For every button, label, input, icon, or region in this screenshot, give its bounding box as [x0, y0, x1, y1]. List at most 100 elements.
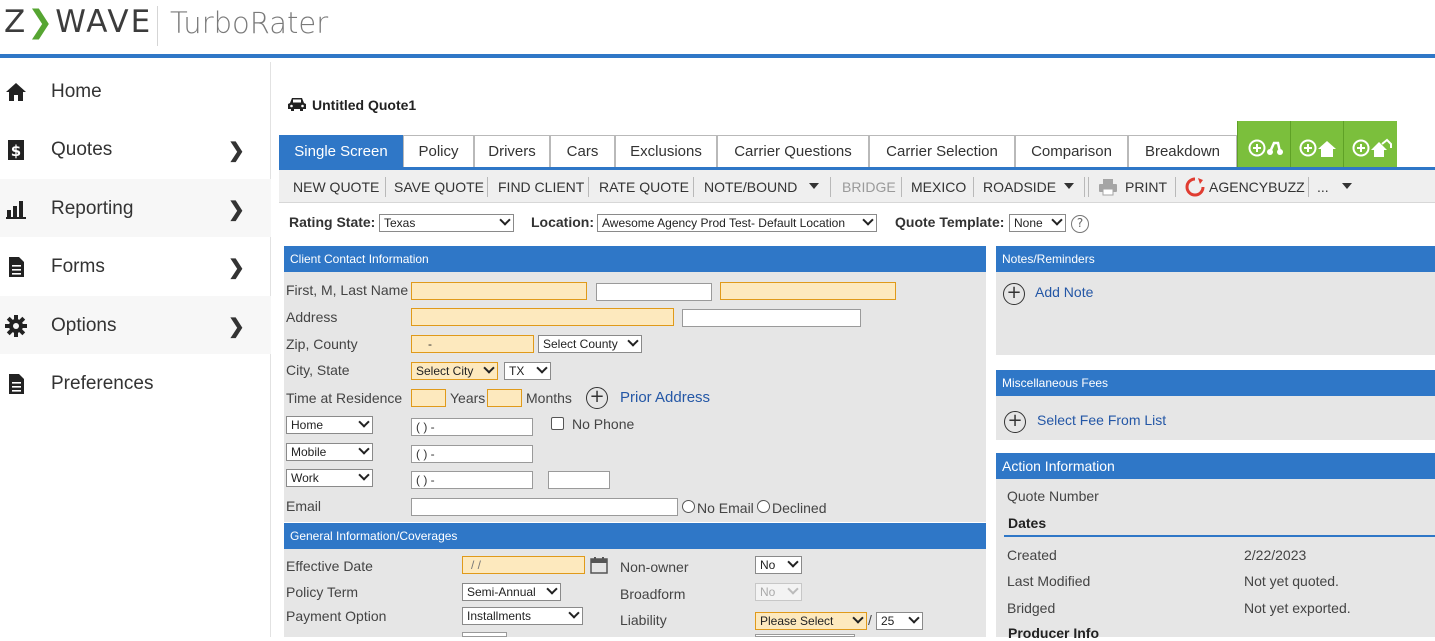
chevron-right-icon: ❯	[228, 199, 245, 221]
years-label: Years	[450, 390, 486, 406]
state-select[interactable]: TX	[504, 362, 551, 380]
note-bound-dropdown-icon[interactable]	[809, 183, 819, 189]
broadform-select: No	[755, 583, 802, 601]
chevron-down-icon	[358, 444, 370, 455]
broadform-value: No	[760, 585, 776, 599]
first-name-field[interactable]	[411, 282, 587, 300]
non-owner-select[interactable]: No	[755, 556, 802, 574]
phone-type-select-mobile[interactable]: Mobile	[286, 443, 373, 461]
home-phone-field[interactable]: ( ) -	[411, 418, 533, 436]
logo-divider	[157, 6, 158, 46]
time-at-residence-label: Time at Residence	[286, 390, 403, 406]
sidebar-item-quotes[interactable]: $ Quotes ❯	[0, 120, 271, 178]
find-client-button[interactable]: FIND CLIENT	[498, 179, 584, 195]
email-field[interactable]	[411, 498, 678, 516]
no-email-radio[interactable]	[682, 500, 695, 513]
app-header: Z❯WAVE TurboRater	[0, 0, 1435, 58]
sidebar-item-reporting[interactable]: Reporting ❯	[0, 179, 271, 237]
chevron-down-icon	[499, 215, 511, 226]
rate-quote-button[interactable]: RATE QUOTE	[599, 179, 689, 195]
sidebar-item-home[interactable]: Home	[0, 62, 271, 120]
tab-exclusions[interactable]: Exclusions	[615, 135, 717, 168]
prior-address-link[interactable]: Prior Address	[620, 389, 710, 406]
add-fee-icon[interactable]: +	[1004, 411, 1026, 433]
toolbar-divider	[901, 177, 902, 197]
liability-limit-select[interactable]: 25	[876, 612, 923, 630]
mobile-phone-field[interactable]: ( ) -	[411, 445, 533, 463]
sidebar-item-forms[interactable]: Forms ❯	[0, 237, 271, 295]
chevron-down-icon	[787, 557, 799, 568]
new-quote-button[interactable]: NEW QUOTE	[293, 179, 379, 195]
residence-years-field[interactable]	[411, 389, 446, 407]
effective-date-field[interactable]: / /	[462, 556, 585, 574]
payment-option-select[interactable]: Installments	[462, 607, 583, 625]
print-button[interactable]: PRINT	[1125, 179, 1167, 195]
sidebar-item-label: Preferences	[51, 373, 154, 394]
phone-type-select-home[interactable]: Home	[286, 416, 373, 434]
tab-comparison[interactable]: Comparison	[1015, 135, 1128, 168]
partial-field[interactable]	[462, 632, 507, 637]
add-note-link[interactable]: Add Note	[1035, 284, 1093, 300]
more-dropdown-icon[interactable]	[1342, 183, 1352, 189]
policy-term-select[interactable]: Semi-Annual	[462, 583, 561, 601]
effective-date-label: Effective Date	[286, 558, 373, 574]
tab-cars[interactable]: Cars	[550, 135, 615, 168]
more-button[interactable]: ...	[1317, 179, 1329, 195]
liability-select[interactable]: Please Select	[755, 612, 867, 630]
phone-type-select-work[interactable]: Work	[286, 469, 373, 487]
agencybuzz-button[interactable]: AGENCYBUZZ	[1209, 179, 1305, 195]
zywave-logo[interactable]: Z❯WAVE	[4, 4, 152, 40]
tab-breakdown[interactable]: Breakdown	[1128, 135, 1237, 168]
add-note-icon[interactable]: +	[1003, 283, 1025, 305]
roadside-dropdown-icon[interactable]	[1064, 183, 1074, 189]
tab-add-dwelling[interactable]	[1343, 121, 1397, 168]
location-select[interactable]: Awesome Agency Prod Test- Default Locati…	[597, 214, 877, 232]
quote-template-select[interactable]: None	[1009, 214, 1066, 232]
created-label: Created	[1007, 547, 1057, 563]
sidebar-item-options[interactable]: Options ❯	[0, 296, 271, 354]
location-label: Location:	[531, 214, 594, 230]
phone-type-value: Mobile	[291, 445, 327, 459]
note-bound-button[interactable]: NOTE/BOUND	[704, 179, 797, 195]
no-phone-label: No Phone	[572, 416, 635, 432]
city-select[interactable]: Select City	[411, 362, 498, 380]
declined-radio[interactable]	[757, 500, 770, 513]
help-icon[interactable]: ?	[1071, 215, 1089, 233]
tab-carrier-questions[interactable]: Carrier Questions	[717, 135, 869, 168]
calendar-icon[interactable]	[590, 556, 608, 574]
last-modified-label: Last Modified	[1007, 573, 1091, 589]
sidebar-item-label: Home	[51, 81, 102, 102]
city-select-value: Select City	[416, 364, 474, 378]
last-name-field[interactable]	[720, 282, 896, 300]
rating-state-select[interactable]: Texas	[379, 214, 514, 232]
roadside-button[interactable]: ROADSIDE	[983, 179, 1056, 195]
middle-name-field[interactable]	[596, 283, 712, 301]
address-line2-field[interactable]	[682, 309, 861, 327]
residence-months-field[interactable]	[487, 389, 522, 407]
zip-field[interactable]: -	[411, 335, 534, 353]
no-phone-checkbox[interactable]	[551, 417, 564, 430]
tab-add-motorcycle[interactable]	[1237, 121, 1290, 168]
add-prior-address-icon[interactable]: +	[586, 387, 608, 409]
select-fee-link[interactable]: Select Fee From List	[1037, 412, 1166, 428]
producer-info-heading: Producer Info	[1008, 625, 1100, 641]
liability-value: Please Select	[760, 614, 834, 628]
county-select[interactable]: Select County	[538, 335, 642, 353]
mexico-button[interactable]: MEXICO	[911, 179, 966, 195]
document-icon	[9, 257, 24, 277]
save-quote-button[interactable]: SAVE QUOTE	[394, 179, 484, 195]
misc-fees-panel: Miscellaneous Fees	[996, 370, 1435, 440]
sidebar-item-preferences[interactable]: Preferences	[0, 354, 271, 412]
toolbar-divider	[1088, 177, 1089, 197]
tab-drivers[interactable]: Drivers	[474, 135, 550, 168]
tab-add-home[interactable]	[1290, 121, 1343, 168]
payment-option-label: Payment Option	[286, 608, 387, 624]
address-field[interactable]	[411, 308, 674, 326]
tab-policy[interactable]: Policy	[403, 135, 474, 168]
notes-header: Notes/Reminders	[996, 246, 1435, 272]
policy-term-value: Semi-Annual	[467, 585, 536, 599]
tab-single-screen[interactable]: Single Screen	[279, 135, 403, 168]
work-phone-ext-field[interactable]	[548, 471, 610, 489]
work-phone-field[interactable]: ( ) -	[411, 471, 533, 489]
tab-carrier-selection[interactable]: Carrier Selection	[869, 135, 1015, 168]
